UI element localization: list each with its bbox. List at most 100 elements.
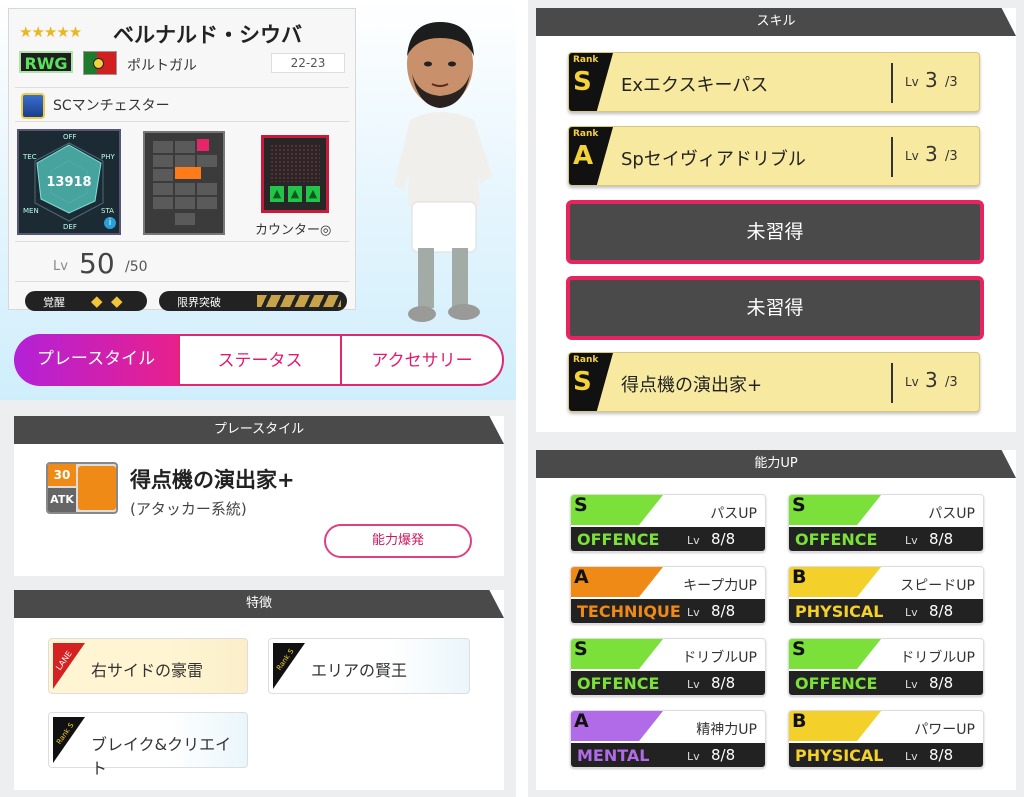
ability-burst-button[interactable]: 能力爆発 bbox=[324, 524, 472, 558]
ability-bar: PHYSICAL Lv 8/8 bbox=[789, 743, 983, 767]
tab-play-style[interactable]: プレースタイル bbox=[14, 334, 178, 386]
ability-name: パワーUP bbox=[914, 722, 975, 738]
traits-header: 特徴 bbox=[14, 590, 504, 618]
limit-break-indicator: 限界突破 bbox=[159, 291, 347, 311]
ability-name: ドリブルUP bbox=[682, 650, 757, 666]
ability-category: PHYSICAL bbox=[795, 746, 884, 765]
trait-item[interactable]: Rank S ブレイク&クリエイト bbox=[48, 712, 248, 778]
ability-category: OFFENCE bbox=[577, 530, 660, 549]
ability-category: OFFENCE bbox=[577, 674, 660, 693]
ability-card[interactable]: S パスUP OFFENCE Lv 8/8 bbox=[788, 494, 984, 552]
tab-status[interactable]: ステータス bbox=[178, 334, 342, 386]
radar-label-tec: TEC bbox=[23, 153, 37, 161]
player-card: ★★★★★ ベルナルド・シウバ RWG ポルトガル 22-23 SCマンチェスタ… bbox=[8, 8, 356, 311]
ability-rank: S bbox=[792, 638, 806, 660]
ability-icon: S bbox=[789, 639, 881, 669]
player-avatar bbox=[394, 22, 492, 322]
divider bbox=[15, 121, 349, 122]
radar-label-phy: PHY bbox=[101, 153, 115, 161]
divider bbox=[15, 241, 349, 242]
ability-card[interactable]: S ドリブルUP OFFENCE Lv 8/8 bbox=[788, 638, 984, 696]
ability-level: 8/8 bbox=[929, 674, 954, 692]
country-name: ポルトガル bbox=[127, 58, 197, 74]
lv-label: Lv bbox=[687, 534, 700, 547]
ability-icon: S bbox=[571, 639, 663, 669]
ability-icon: S bbox=[571, 495, 663, 525]
ability-card[interactable]: B スピードUP PHYSICAL Lv 8/8 bbox=[788, 566, 984, 624]
lv-label: Lv bbox=[905, 534, 918, 547]
trait-item[interactable]: Rank S エリアの賢王 bbox=[268, 638, 470, 694]
tab-accessory[interactable]: アクセサリー bbox=[340, 334, 504, 386]
ability-rank: A bbox=[574, 566, 589, 588]
divider bbox=[15, 87, 349, 88]
playstyle-badge-num: 30 bbox=[48, 464, 76, 486]
ability-bar: OFFENCE Lv 8/8 bbox=[789, 671, 983, 695]
level-value: 50 bbox=[79, 247, 115, 280]
skill-item[interactable]: Rank S Exエクスキーパス Lv 3 /3 bbox=[568, 52, 980, 112]
ability-card[interactable]: A キープ力UP TECHNIQUE Lv 8/8 bbox=[570, 566, 766, 624]
skills-ability-panel: スキル Rank S Exエクスキーパス Lv 3 /3 Rank A Spセイ… bbox=[528, 0, 1024, 797]
ability-bar: TECHNIQUE Lv 8/8 bbox=[571, 599, 765, 623]
trait-item[interactable]: LANE 右サイドの豪雷 bbox=[48, 638, 248, 694]
ability-name: パスUP bbox=[928, 506, 975, 522]
rank-letter: S bbox=[573, 67, 592, 97]
ability-name: パスUP bbox=[710, 506, 757, 522]
lv-label: Lv bbox=[905, 750, 918, 763]
ability-icon: B bbox=[789, 567, 881, 597]
diamond-icon: ◆ bbox=[91, 292, 103, 310]
radar-label-def: DEF bbox=[63, 223, 77, 231]
skill-name: Exエクスキーパス bbox=[621, 75, 769, 96]
ability-card[interactable]: B パワーUP PHYSICAL Lv 8/8 bbox=[788, 710, 984, 768]
level-max: /50 bbox=[125, 259, 148, 275]
skill-name: 得点機の演出家+ bbox=[621, 375, 763, 396]
player-name: ベルナルド・シウバ bbox=[113, 23, 302, 47]
lv-label: Lv bbox=[687, 678, 700, 691]
radar-label-men: MEN bbox=[23, 207, 39, 215]
position-badge: RWG bbox=[19, 51, 73, 73]
ability-card[interactable]: S パスUP OFFENCE Lv 8/8 bbox=[570, 494, 766, 552]
highlight-marker bbox=[197, 139, 209, 151]
rank-badge: Rank S bbox=[569, 53, 613, 111]
ability-name: ドリブルUP bbox=[900, 650, 975, 666]
ability-level: 8/8 bbox=[711, 602, 736, 620]
ability-card[interactable]: S ドリブルUP OFFENCE Lv 8/8 bbox=[570, 638, 766, 696]
lv-label: Lv bbox=[905, 75, 919, 89]
skill-level: 3 bbox=[925, 142, 938, 166]
season-label: 22-23 bbox=[271, 53, 345, 73]
lv-label: Lv bbox=[687, 750, 700, 763]
ability-icon: B bbox=[789, 711, 881, 741]
ability-bar: PHYSICAL Lv 8/8 bbox=[789, 599, 983, 623]
ability-icon: A bbox=[571, 567, 663, 597]
ability-level: 8/8 bbox=[711, 530, 736, 548]
stat-radar-chart[interactable]: OFF PHY STA DEF MEN TEC 13918 i bbox=[17, 129, 121, 235]
info-icon[interactable]: i bbox=[104, 217, 116, 229]
attacker-icon bbox=[78, 466, 116, 510]
radar-label-off: OFF bbox=[63, 133, 77, 141]
club-name: SCマンチェスター bbox=[53, 98, 170, 114]
skill-name: Spセイヴィアドリブル bbox=[621, 149, 806, 170]
ability-up-header: 能力UP bbox=[536, 450, 1016, 478]
ability-category: OFFENCE bbox=[795, 530, 878, 549]
unlearned-skill-slot[interactable]: 未習得 bbox=[566, 276, 984, 340]
ability-icon: S bbox=[789, 495, 881, 525]
awaken-label: 覚醒 bbox=[43, 296, 65, 309]
unlearned-skill-slot[interactable]: 未習得 bbox=[566, 200, 984, 264]
rank-s-tag-icon: Rank S bbox=[273, 643, 305, 689]
skill-level: 3 bbox=[925, 68, 938, 92]
club-logo-icon bbox=[21, 93, 45, 119]
ability-category: MENTAL bbox=[577, 746, 650, 765]
skill-level-max: /3 bbox=[945, 75, 958, 90]
skill-item[interactable]: Rank S 得点機の演出家+ Lv 3 /3 bbox=[568, 352, 980, 412]
awaken-indicator: 覚醒 ◆ ◆ bbox=[25, 291, 147, 311]
rank-letter: S bbox=[573, 367, 592, 397]
divider bbox=[891, 137, 893, 177]
counter-tactic-icon[interactable]: ▲ ▲ ▲ bbox=[261, 135, 329, 213]
ability-category: PHYSICAL bbox=[795, 602, 884, 621]
selected-position-marker bbox=[175, 167, 201, 179]
skill-item[interactable]: Rank A Spセイヴィアドリブル Lv 3 /3 bbox=[568, 126, 980, 186]
ability-card[interactable]: A 精神力UP MENTAL Lv 8/8 bbox=[570, 710, 766, 768]
ability-icon: A bbox=[571, 711, 663, 741]
ability-rank: B bbox=[792, 566, 807, 588]
rank-badge: Rank S bbox=[569, 353, 613, 411]
limit-break-label: 限界突破 bbox=[177, 296, 221, 309]
